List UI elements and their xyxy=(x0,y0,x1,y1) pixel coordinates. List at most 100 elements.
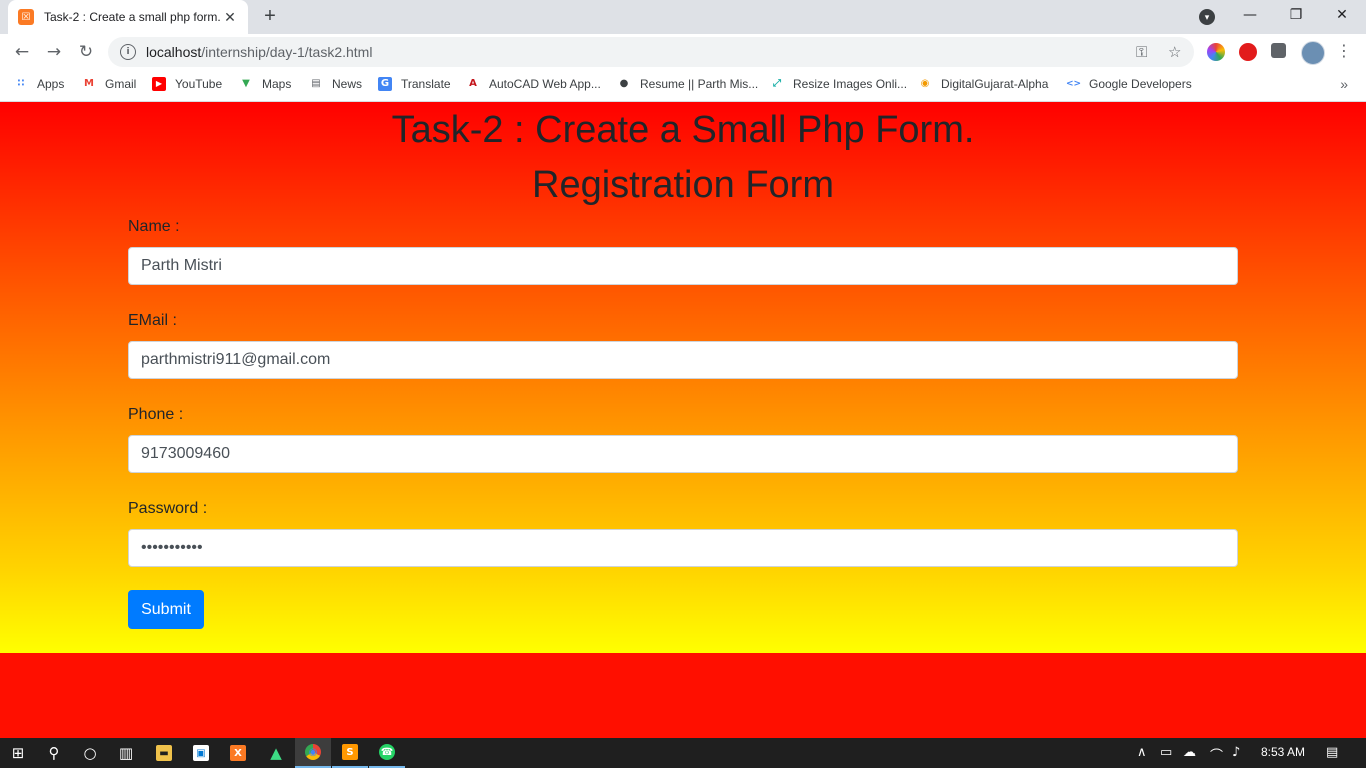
maps-icon: ▼ xyxy=(242,78,250,89)
microsoft-store-button[interactable]: ▣ xyxy=(183,738,219,768)
bookmark-label: Google Developers xyxy=(1089,77,1192,91)
phone-input[interactable] xyxy=(128,435,1238,473)
search-icon: ⚲ xyxy=(48,744,60,762)
name-label: Name : xyxy=(128,218,180,235)
wifi-icon[interactable]: ⌒ xyxy=(1210,745,1223,764)
android-icon: ▲ xyxy=(270,744,282,762)
windows-taskbar: ⊞ ⚲ ○ ▥ ▬ ▣ X ▲ ◉ S ☎ ∧ ▭ ☁ ⌒ ♪ 8:53 AM … xyxy=(0,738,1366,768)
folder-icon: ▬ xyxy=(156,745,172,761)
profile-avatar[interactable] xyxy=(1301,41,1325,65)
bookmark-label: Maps xyxy=(262,77,292,91)
close-tab-icon[interactable]: ✕ xyxy=(222,9,238,26)
bookmark-label: News xyxy=(332,77,363,91)
back-button[interactable]: ← xyxy=(11,41,33,63)
onedrive-cloud-icon[interactable]: ☁ xyxy=(1183,745,1196,760)
battery-icon[interactable]: ▭ xyxy=(1160,745,1172,760)
password-input[interactable] xyxy=(128,529,1238,567)
bookmark-google-developers[interactable]: <> Google Developers xyxy=(1066,77,1192,91)
system-clock[interactable]: 8:53 AM xyxy=(1261,745,1305,759)
bookmark-autocad[interactable]: A AutoCAD Web App... xyxy=(466,77,601,91)
submit-button[interactable]: Submit xyxy=(128,590,204,629)
xampp-favicon-icon: ☒ xyxy=(18,9,34,25)
android-studio-button[interactable]: ▲ xyxy=(258,738,294,768)
bookmark-digitalgujarat[interactable]: ◉ DigitalGujarat-Alpha xyxy=(918,77,1049,91)
bookmark-label: Gmail xyxy=(105,77,137,91)
form-container: Task-2 : Create a Small Php Form. Regist… xyxy=(0,102,1366,653)
browser-tab[interactable]: ☒ Task-2 : Create a small php form. ✕ xyxy=(8,0,248,34)
bookmark-resume[interactable]: ● Resume || Parth Mis... xyxy=(617,77,759,91)
chrome-icon: ◉ xyxy=(305,744,321,760)
bookmarks-overflow-icon[interactable]: » xyxy=(1340,76,1348,92)
cortana-circle-icon: ○ xyxy=(83,744,97,762)
task-view-icon: ▥ xyxy=(118,744,134,762)
notifications-icon[interactable]: ▤ xyxy=(1326,745,1338,760)
extensions-puzzle-icon[interactable] xyxy=(1271,43,1286,58)
bookmark-maps[interactable]: ▼ Maps xyxy=(239,77,291,91)
bookmark-star-icon[interactable]: ☆ xyxy=(1168,43,1181,61)
bookmark-youtube[interactable]: ▶ YouTube xyxy=(152,77,222,91)
whatsapp-button[interactable]: ☎ xyxy=(369,738,405,768)
reload-button[interactable]: ↻ xyxy=(75,41,97,63)
digitalgujarat-icon: ◉ xyxy=(920,78,930,89)
bookmark-label: Resize Images Onli... xyxy=(793,77,908,91)
bookmark-apps[interactable]: ∷ Apps xyxy=(14,77,65,91)
bookmark-label: Translate xyxy=(401,77,451,91)
bookmarks-bar: ∷ Apps M Gmail ▶ YouTube ▼ Maps ▤ News G Trans… xyxy=(0,70,1366,102)
bookmark-translate[interactable]: G Translate xyxy=(378,77,451,91)
task-view-button[interactable]: ▥ xyxy=(108,738,144,768)
site-info-icon[interactable]: i xyxy=(120,44,136,60)
chrome-menu-icon[interactable]: ⋮ xyxy=(1336,41,1352,60)
bookmark-gmail[interactable]: M Gmail xyxy=(82,77,136,91)
whatsapp-icon: ☎ xyxy=(379,744,395,760)
cortana-button[interactable]: ○ xyxy=(72,738,108,768)
xampp-button[interactable]: X xyxy=(220,738,256,768)
restore-button[interactable]: ❐ xyxy=(1276,4,1316,26)
chrome-button[interactable]: ◉ xyxy=(295,738,331,768)
url-host: localhost xyxy=(146,44,202,60)
forward-button[interactable]: → xyxy=(43,41,65,63)
email-label: EMail : xyxy=(128,312,177,329)
google-developers-icon: <> xyxy=(1066,79,1082,89)
bookmark-label: DigitalGujarat-Alpha xyxy=(941,77,1049,91)
tab-search-icon[interactable]: ▾ xyxy=(1199,9,1215,25)
bookmark-news[interactable]: ▤ News xyxy=(309,77,362,91)
windows-logo-icon: ⊞ xyxy=(11,744,25,762)
globe-icon: ● xyxy=(619,78,629,89)
bookmark-label: Resume || Parth Mis... xyxy=(640,77,759,91)
show-hidden-icons-chevron-icon[interactable]: ∧ xyxy=(1137,745,1147,760)
start-button[interactable]: ⊞ xyxy=(0,738,36,768)
minimize-button[interactable]: — xyxy=(1230,4,1270,26)
file-explorer-button[interactable]: ▬ xyxy=(146,738,182,768)
page-body: Task-2 : Create a Small Php Form. Regist… xyxy=(0,102,1366,738)
translate-icon: G xyxy=(378,77,392,91)
sublime-text-button[interactable]: S xyxy=(332,738,368,768)
form-heading: Registration Form xyxy=(532,164,834,206)
phone-label: Phone : xyxy=(128,406,184,423)
key-icon[interactable]: ⚿ xyxy=(1136,43,1147,61)
browser-toolbar: ← → ↻ i localhost/internship/day-1/task2… xyxy=(0,34,1366,70)
search-button[interactable]: ⚲ xyxy=(36,738,72,768)
gmail-icon: M xyxy=(84,78,94,89)
tab-title: Task-2 : Create a small php form. xyxy=(44,10,221,24)
new-tab-button[interactable]: + xyxy=(260,6,280,26)
volume-icon[interactable]: ♪ xyxy=(1232,745,1240,760)
page-title: Task-2 : Create a Small Php Form. xyxy=(391,109,975,151)
password-label: Password : xyxy=(128,500,208,517)
autocad-icon: A xyxy=(469,78,477,89)
email-input[interactable] xyxy=(128,341,1238,379)
bookmark-label: Apps xyxy=(37,77,65,91)
sublime-text-icon: S xyxy=(342,744,358,760)
color-extension-icon[interactable] xyxy=(1207,43,1225,61)
url-path: /internship/day-1/task2.html xyxy=(201,44,373,60)
address-bar[interactable]: i localhost/internship/day-1/task2.html … xyxy=(108,37,1194,67)
tab-strip: ☒ Task-2 : Create a small php form. ✕ + … xyxy=(0,0,1366,34)
apps-grid-icon: ∷ xyxy=(17,78,25,89)
bookmark-label: YouTube xyxy=(175,77,223,91)
youtube-icon: ▶ xyxy=(152,77,166,91)
name-input[interactable] xyxy=(128,247,1238,285)
news-icon: ▤ xyxy=(311,78,321,89)
close-window-button[interactable]: ✕ xyxy=(1322,4,1362,26)
bookmark-resize-images[interactable]: ⤢ Resize Images Onli... xyxy=(770,77,907,91)
adblock-extension-icon[interactable] xyxy=(1239,43,1257,61)
xampp-icon: X xyxy=(230,745,246,761)
